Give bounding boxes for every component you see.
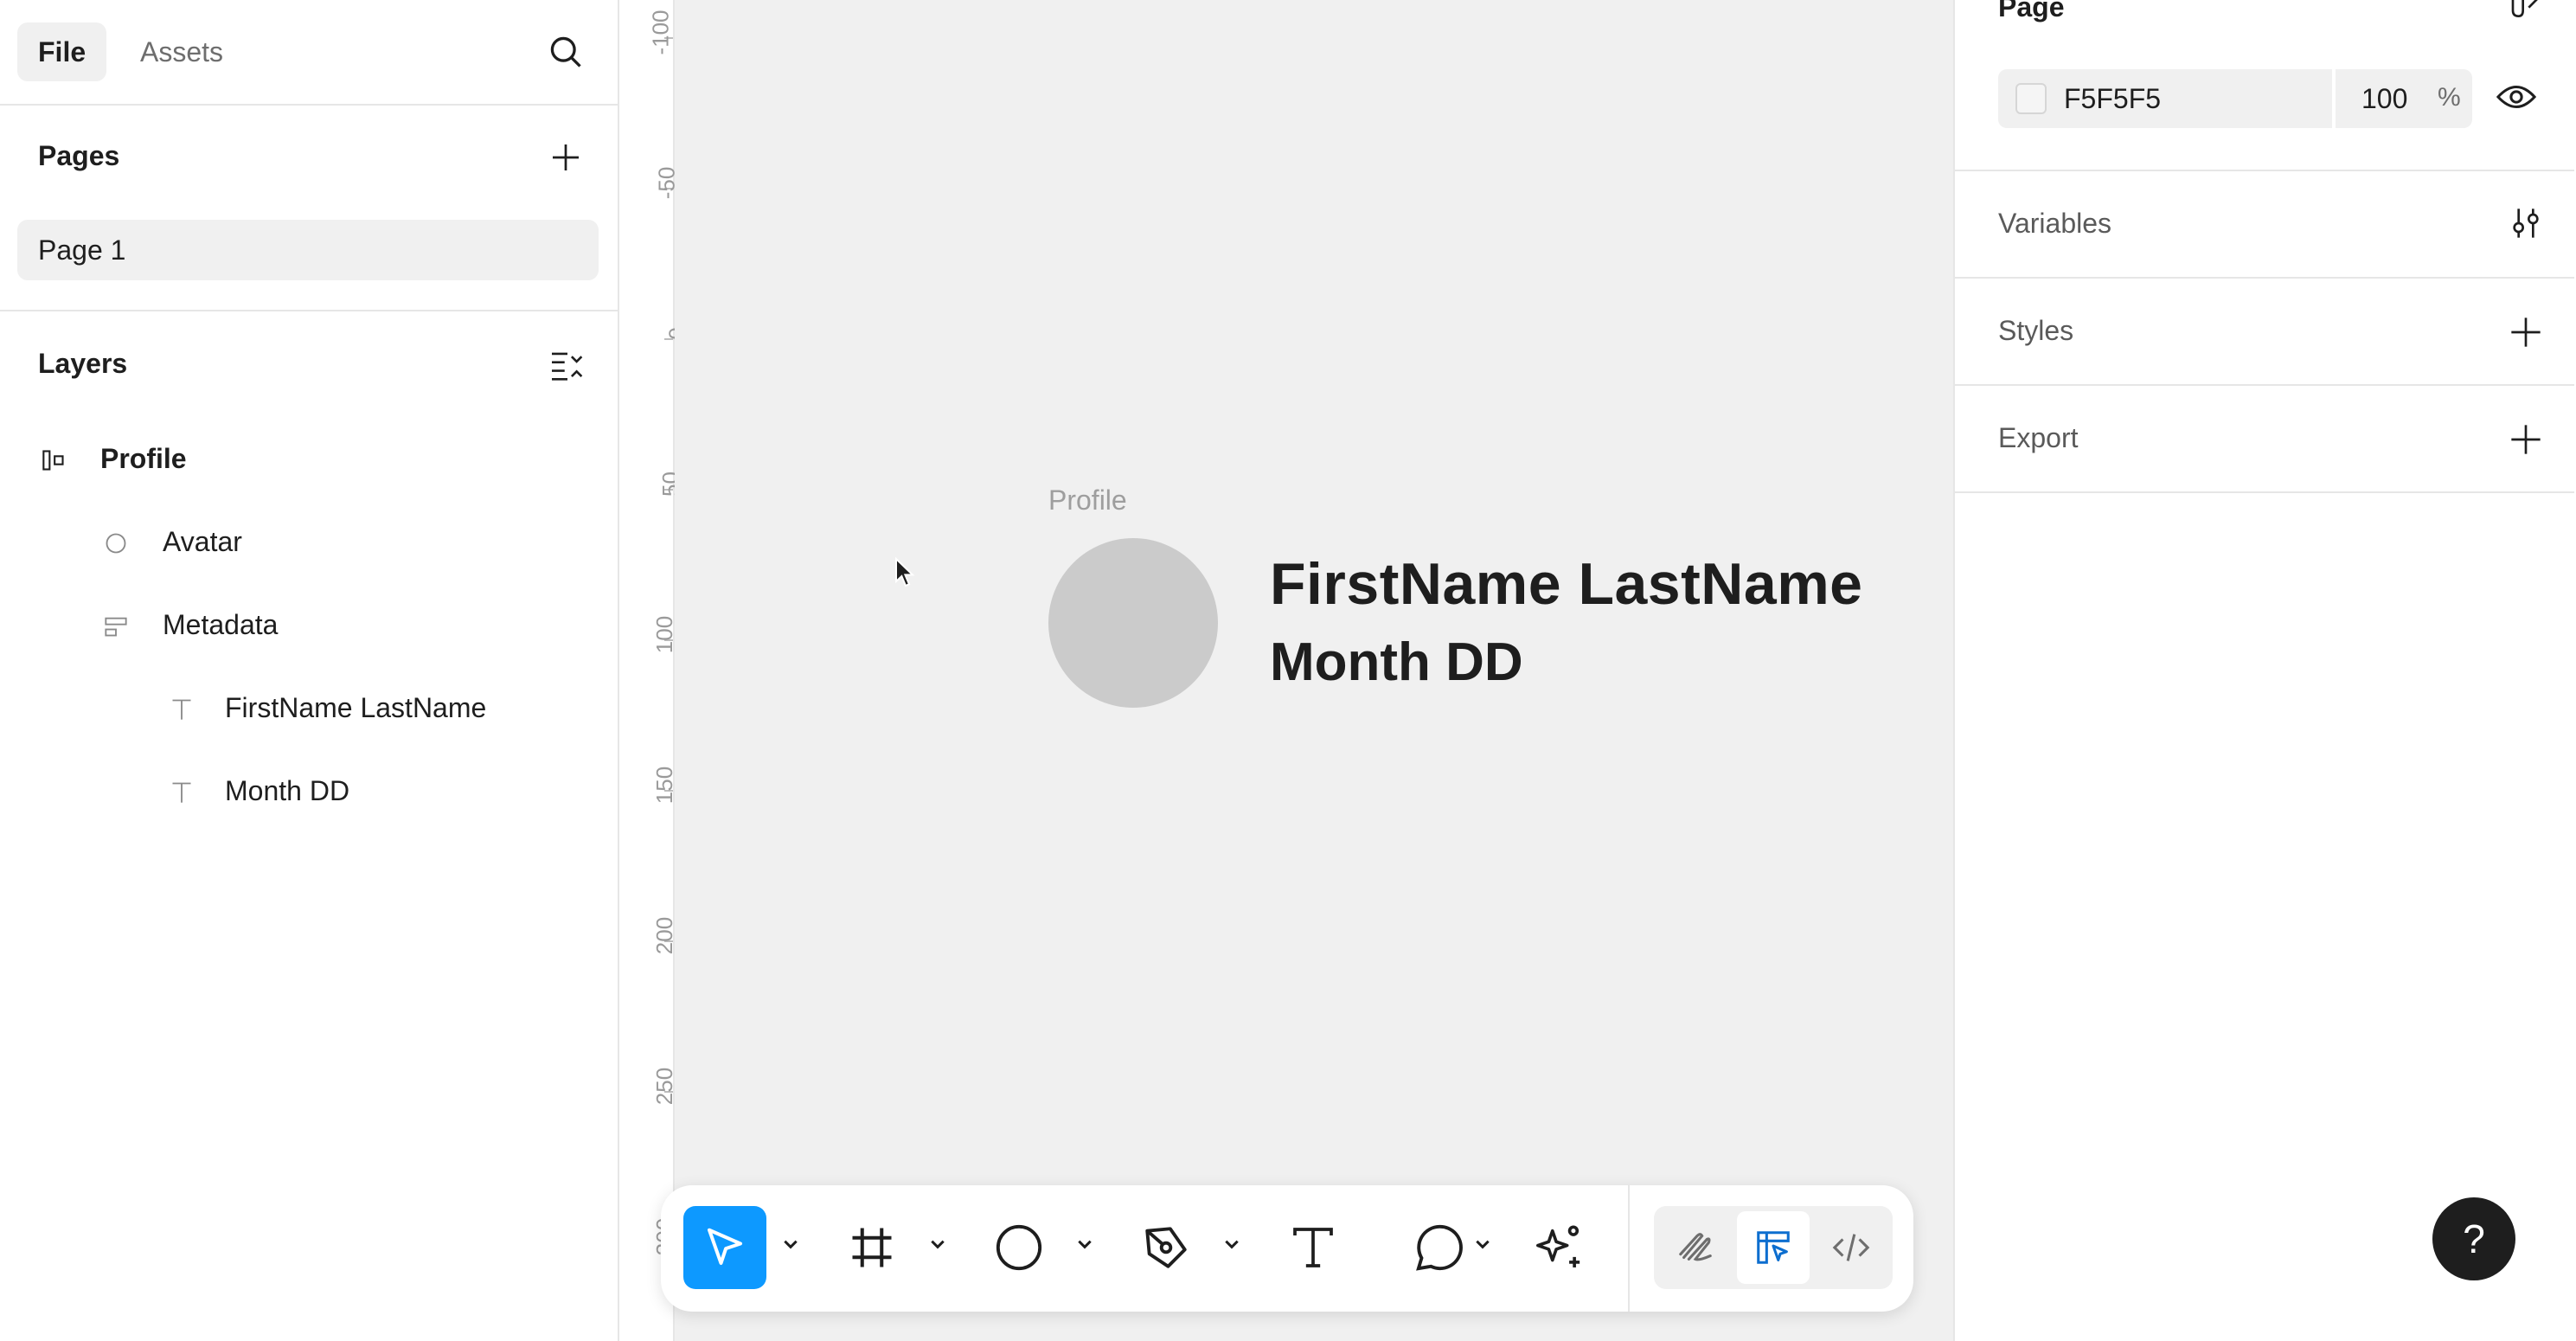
properties-panel: Page F5F5F5 100 % Variables Styles Expor… <box>1953 0 2576 1341</box>
comment-tool-button[interactable] <box>1398 1206 1481 1289</box>
tab-assets[interactable]: Assets <box>119 22 244 81</box>
add-export-icon[interactable] <box>2509 422 2543 457</box>
ruler-label: -50 <box>653 166 680 200</box>
layer-label: FirstName LastName <box>225 692 487 723</box>
variables-icon[interactable] <box>2509 206 2543 241</box>
layer-row-name-text[interactable]: FirstName LastName <box>170 692 486 724</box>
design-mode-icon <box>1757 1231 1790 1264</box>
layer-label: Month DD <box>225 775 350 806</box>
help-button[interactable]: ? <box>2432 1197 2515 1280</box>
auto-layout-frame-icon <box>42 450 64 471</box>
date-text[interactable]: Month DD <box>1270 632 1523 693</box>
sparkle-icon <box>1536 1225 1580 1267</box>
theme-icon[interactable] <box>2509 0 2543 19</box>
ruler-label: -100 <box>647 10 674 55</box>
frame-grid-icon <box>852 1228 892 1267</box>
ai-tool-button[interactable] <box>1517 1206 1600 1289</box>
dev-mode-button[interactable] <box>1815 1211 1887 1284</box>
tab-file[interactable]: File <box>17 22 107 81</box>
text-icon <box>172 782 191 803</box>
bottom-toolbar <box>661 1185 1913 1312</box>
auto-layout-vertical-icon <box>105 617 127 637</box>
layer-label: Profile <box>100 443 187 474</box>
text-icon <box>172 699 191 720</box>
page-section-title: Page <box>1998 0 2065 22</box>
layer-row-metadata[interactable]: Metadata <box>104 609 278 641</box>
text-tool-button[interactable] <box>1272 1206 1355 1289</box>
ruler-label: 0 <box>623 298 689 375</box>
ellipse-icon <box>996 1224 1042 1271</box>
page-item-label: Page 1 <box>38 234 126 266</box>
code-icon <box>1832 1234 1870 1261</box>
layer-row-profile[interactable]: Profile <box>42 443 187 475</box>
ruler-label: 50 <box>657 472 684 497</box>
pen-icon <box>1145 1227 1187 1268</box>
field-divider <box>2332 69 2336 128</box>
layer-label: Avatar <box>163 526 242 557</box>
ruler-label: 150 <box>650 766 677 805</box>
ruler-label: 100 <box>650 615 677 654</box>
divider <box>1955 491 2574 493</box>
toolbar-divider <box>1628 1185 1630 1312</box>
collapse-layers-icon[interactable] <box>550 350 585 381</box>
divider <box>1955 170 2574 171</box>
add-page-icon[interactable] <box>550 142 581 173</box>
divider <box>1955 277 2574 279</box>
variables-title: Variables <box>1998 208 2112 239</box>
chevron-down-icon[interactable] <box>782 1235 799 1253</box>
name-text[interactable]: FirstName LastName <box>1270 550 1862 618</box>
cursor-arrow-icon <box>707 1228 743 1266</box>
move-tool-button[interactable] <box>683 1206 766 1289</box>
page-color-field[interactable]: F5F5F5 100 % <box>1998 69 2472 128</box>
layer-row-avatar[interactable]: Avatar <box>104 526 242 558</box>
shape-tool-button[interactable] <box>977 1206 1061 1289</box>
left-sidebar: File Assets Pages Page 1 Layers Profile … <box>0 0 619 1341</box>
layer-label: Metadata <box>163 609 279 640</box>
chevron-down-icon[interactable] <box>1223 1235 1240 1253</box>
frame-label[interactable]: Profile <box>1048 484 1127 517</box>
ellipse-icon <box>106 533 126 554</box>
draw-mode-button[interactable] <box>1659 1211 1732 1284</box>
chevron-down-icon[interactable] <box>1076 1235 1093 1253</box>
mouse-cursor-icon <box>895 557 915 587</box>
divider <box>1955 384 2574 386</box>
ruler-label: 250 <box>650 1067 677 1106</box>
draw-icon <box>1679 1233 1712 1261</box>
text-icon <box>1293 1228 1333 1267</box>
pen-tool-button[interactable] <box>1125 1206 1208 1289</box>
page-item[interactable]: Page 1 <box>17 220 599 280</box>
percent-sign: % <box>2438 83 2461 112</box>
export-title: Export <box>1998 422 2079 453</box>
opacity-value[interactable]: 100 <box>2361 83 2407 115</box>
eye-icon[interactable] <box>2496 83 2536 111</box>
design-mode-button[interactable] <box>1737 1211 1810 1284</box>
mode-switcher <box>1654 1206 1893 1289</box>
color-hex-value[interactable]: F5F5F5 <box>2064 83 2161 115</box>
layer-row-date-text[interactable]: Month DD <box>170 775 349 807</box>
pages-title: Pages <box>38 140 120 171</box>
layers-title: Layers <box>38 348 128 379</box>
divider <box>0 310 618 311</box>
avatar[interactable] <box>1048 538 1218 708</box>
frame-tool-button[interactable] <box>830 1206 913 1289</box>
color-swatch[interactable] <box>2015 83 2047 114</box>
vertical-ruler[interactable]: -100 -50 0 50 100 150 200 250 300 <box>619 0 689 1341</box>
chevron-down-icon[interactable] <box>929 1235 946 1253</box>
comment-icon <box>1416 1224 1463 1271</box>
chevron-down-icon[interactable] <box>1474 1235 1491 1253</box>
styles-title: Styles <box>1998 315 2074 346</box>
sidebar-header: File Assets <box>0 0 618 106</box>
search-icon[interactable] <box>547 33 585 71</box>
ruler-label: 200 <box>650 916 677 955</box>
add-style-icon[interactable] <box>2509 315 2543 350</box>
